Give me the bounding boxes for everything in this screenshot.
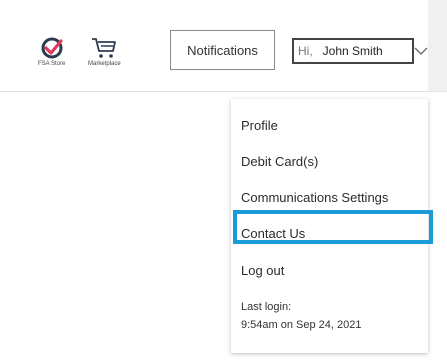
user-dropdown-menu: Profile Debit Card(s) Communications Set… (231, 99, 428, 353)
user-name: John Smith (322, 44, 383, 58)
panel-edge (428, 0, 447, 92)
marketplace-link[interactable]: Marketplace (88, 36, 121, 67)
header-divider (0, 91, 447, 92)
menu-item-profile[interactable]: Profile (241, 118, 278, 133)
notifications-button[interactable]: Notifications (170, 30, 275, 70)
chevron-down-icon[interactable] (414, 46, 428, 56)
user-menu-button[interactable]: Hi, John Smith (292, 38, 414, 64)
menu-item-contact-us[interactable]: Contact Us (241, 226, 305, 241)
menu-item-debit-cards[interactable]: Debit Card(s) (241, 154, 318, 169)
last-login-label: Last login: (241, 301, 292, 313)
last-login-value: 9:54am on Sep 24, 2021 (241, 319, 362, 331)
cart-icon (92, 38, 117, 58)
menu-item-log-out[interactable]: Log out (241, 263, 284, 278)
menu-item-communications-settings[interactable]: Communications Settings (241, 190, 388, 205)
fsa-store-label: FSA Store (38, 61, 66, 67)
greeting-text: Hi, (298, 44, 313, 58)
check-badge-icon (41, 37, 63, 59)
marketplace-label: Marketplace (88, 61, 121, 67)
fsa-store-link[interactable]: FSA Store (38, 36, 65, 67)
app-frame: FSA Store Marketplace Notifications Hi, … (0, 0, 447, 362)
last-login-info: Last login: 9:54am on Sep 24, 2021 (241, 298, 361, 334)
